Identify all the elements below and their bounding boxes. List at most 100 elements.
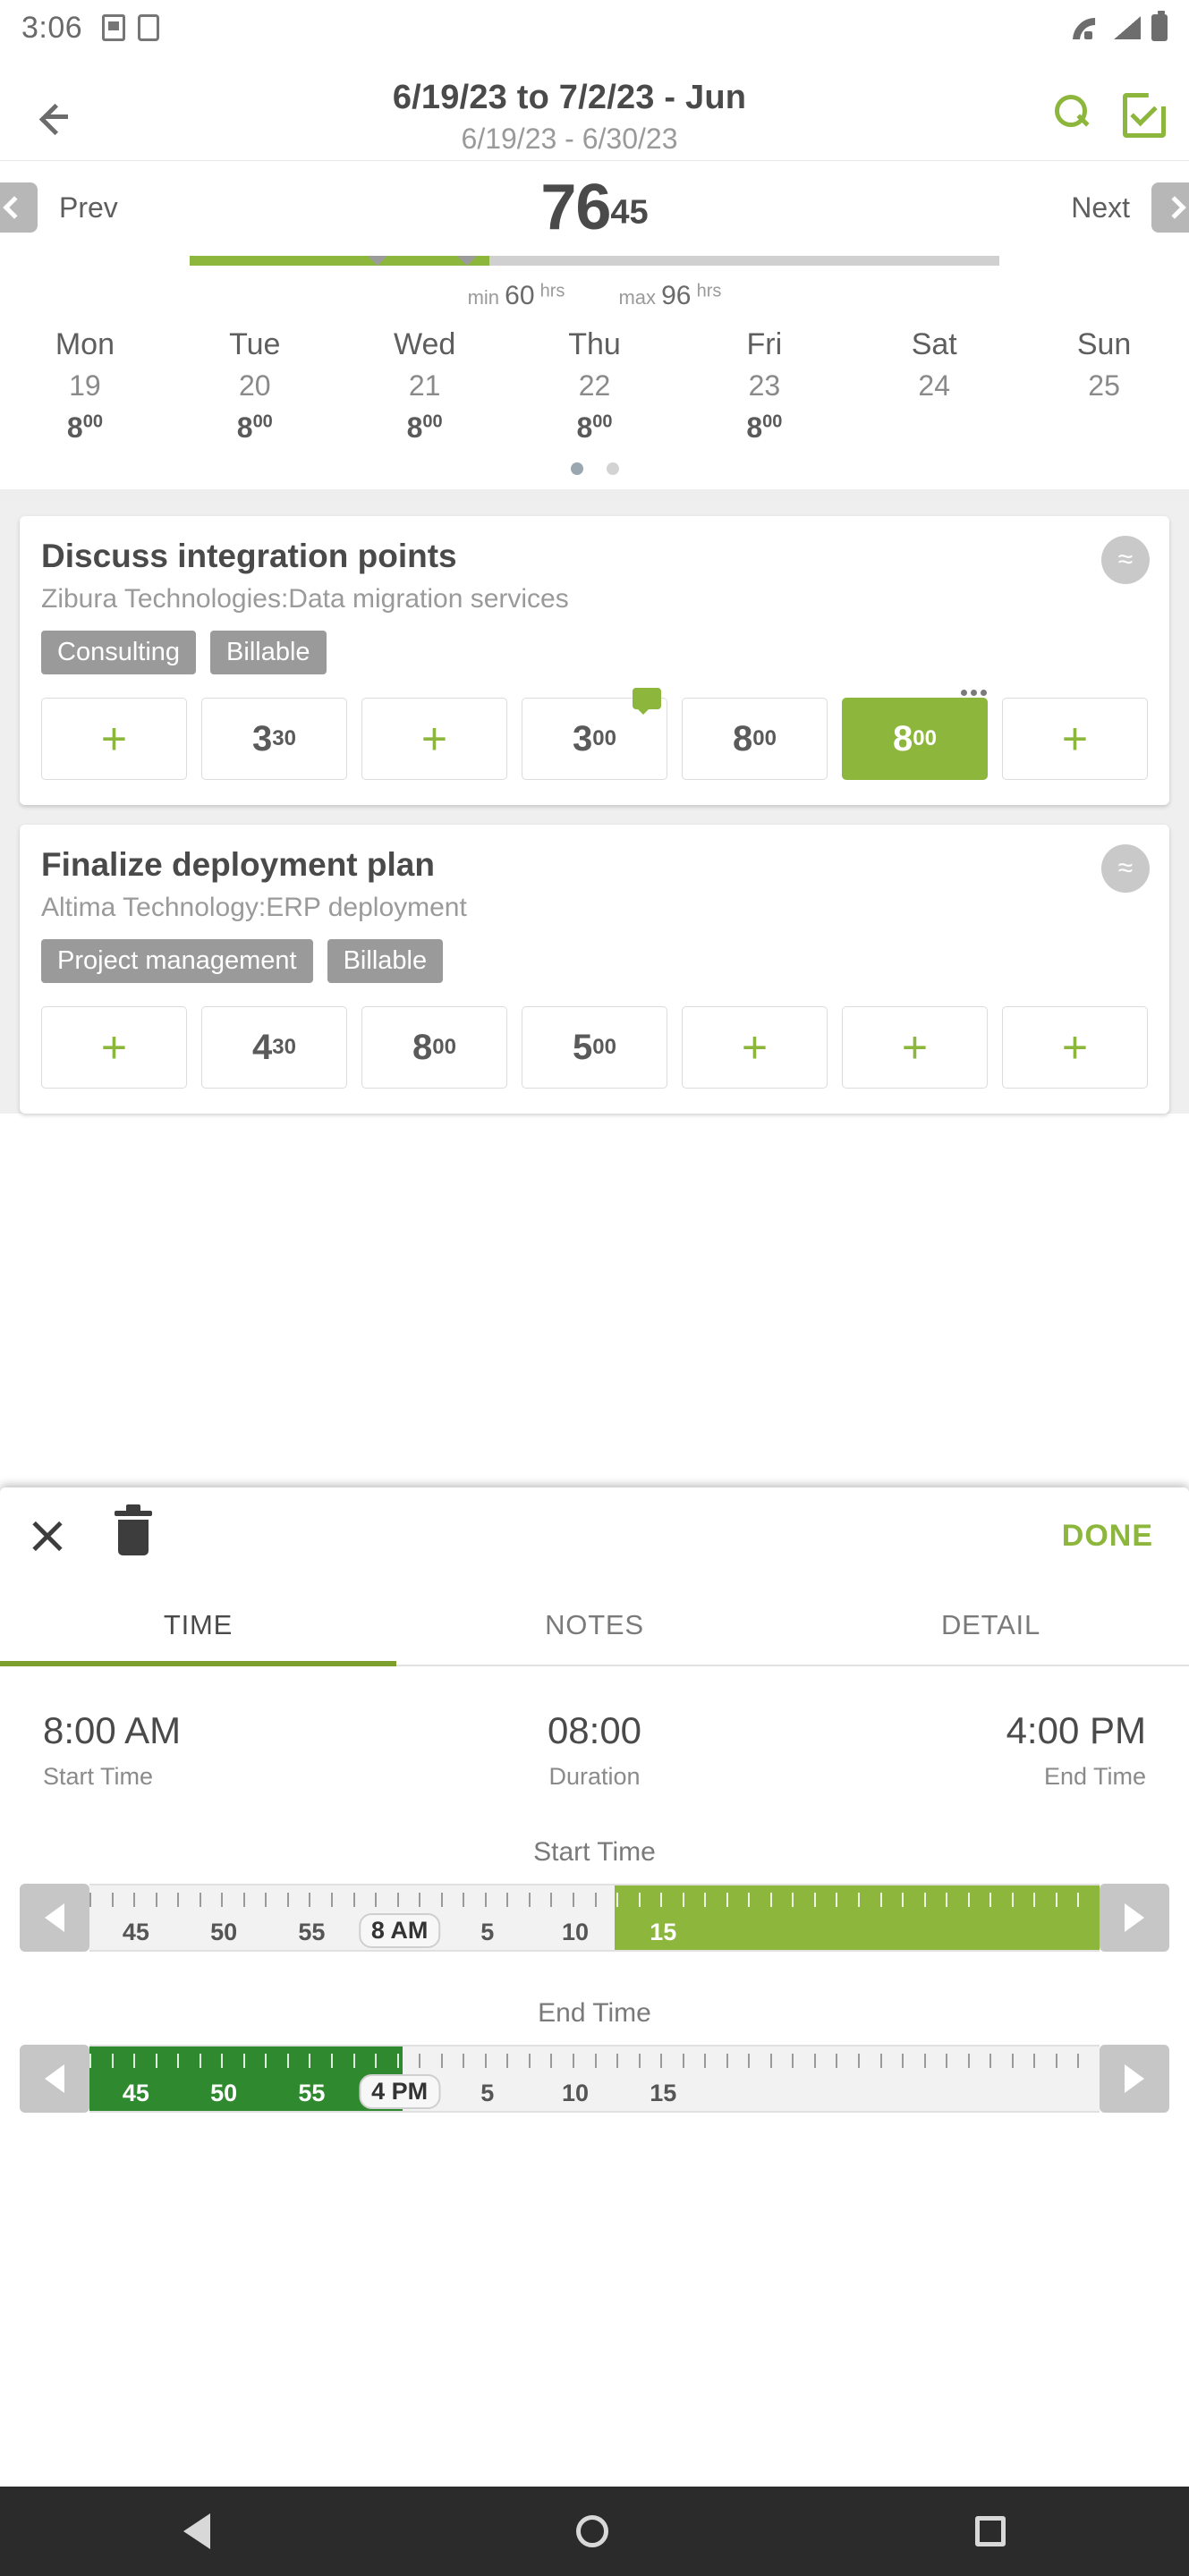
- end-time-block[interactable]: 4:00 PM End Time: [778, 1709, 1146, 1791]
- ruler-tick: [330, 2054, 333, 2068]
- ruler-tick: [858, 2054, 861, 2068]
- page-dot[interactable]: [570, 462, 583, 475]
- status-clock: 3:06: [21, 10, 83, 45]
- week-day-sat[interactable]: Sat24000: [849, 327, 1019, 445]
- add-time-slot[interactable]: +: [41, 1006, 187, 1089]
- add-time-slot[interactable]: +: [1002, 698, 1148, 780]
- ruler-tick: [572, 2054, 574, 2068]
- week-day-mon[interactable]: Mon 19 800: [0, 327, 170, 445]
- next-week-chip[interactable]: [1151, 182, 1189, 233]
- start-slider-right-arrow[interactable]: [1100, 1884, 1169, 1952]
- ruler-tick: [704, 1893, 707, 1907]
- ruler-tick: [375, 1893, 378, 1907]
- ruler-tick: [440, 2054, 443, 2068]
- task-tags: Project management Billable: [41, 939, 1148, 983]
- collapse-toggle-button[interactable]: ≈: [1101, 536, 1150, 584]
- chevron-right-icon: [1163, 196, 1186, 219]
- time-slot[interactable]: 8 00: [842, 690, 988, 780]
- next-week-label[interactable]: Next: [1049, 191, 1151, 225]
- ruler-tick: [375, 2054, 378, 2068]
- week-day-name: Fri: [746, 327, 783, 361]
- prev-week-chip[interactable]: [0, 182, 38, 233]
- ruler-tick: [726, 1893, 728, 1907]
- ruler-tick: [550, 2054, 553, 2068]
- week-day-hours: 800: [406, 411, 443, 444]
- add-time-slot[interactable]: +: [842, 1006, 988, 1089]
- android-recents-icon[interactable]: [975, 2516, 1006, 2546]
- week-min-unit: hrs: [539, 281, 565, 301]
- ruler-tick: [309, 2054, 311, 2068]
- week-min: min 60 hrs: [468, 281, 565, 311]
- week-navigation: Prev 7645 Next: [0, 170, 1189, 245]
- android-home-icon[interactable]: [576, 2515, 609, 2547]
- week-day-hours: 800: [746, 411, 783, 444]
- start-slider-ruler[interactable]: 45 50 55 8 AM 5 10 15: [89, 1884, 1100, 1952]
- time-slot[interactable]: 4 30: [201, 1006, 347, 1089]
- time-slot[interactable]: 3 00: [522, 688, 667, 780]
- tab-detail[interactable]: DETAIL: [793, 1584, 1189, 1665]
- checklist-icon[interactable]: [1123, 93, 1160, 131]
- slider-cursor-label: 4 PM: [359, 2074, 441, 2109]
- start-time-block[interactable]: 8:00 AM Start Time: [43, 1709, 411, 1791]
- header-actions: [1053, 93, 1168, 131]
- ruler-tick: [111, 1893, 114, 1907]
- week-day-date: 21: [408, 369, 441, 402]
- ruler-tick: [967, 1893, 970, 1907]
- start-slider-left-arrow[interactable]: [20, 1884, 89, 1952]
- android-back-icon[interactable]: [183, 2513, 210, 2549]
- progress-marker-max: [456, 256, 477, 266]
- week-day-tue[interactable]: Tue 20 800: [170, 327, 340, 445]
- tab-time[interactable]: TIME: [0, 1584, 396, 1666]
- task-card[interactable]: ≈ Finalize deployment plan Altima Technolo…: [20, 825, 1169, 1114]
- section-divider: [0, 489, 1189, 502]
- ruler-tick: [155, 2054, 157, 2068]
- week-min-value: 60: [505, 281, 535, 310]
- week-day-sun[interactable]: Sun25000: [1019, 327, 1189, 445]
- ruler-tick: [879, 2054, 882, 2068]
- ruler-tick: [638, 1893, 641, 1907]
- task-card[interactable]: ≈ Discuss integration points Zibura Techno…: [20, 516, 1169, 805]
- week-day-fri[interactable]: Fri 23 800: [679, 327, 849, 445]
- duration-block[interactable]: 08:00 Duration: [411, 1709, 778, 1791]
- trash-icon[interactable]: [115, 1504, 152, 1555]
- ruler-tick: [286, 2054, 289, 2068]
- week-day-name: Sat: [911, 327, 957, 361]
- add-time-slot[interactable]: +: [682, 1006, 828, 1089]
- back-button[interactable]: [21, 84, 86, 148]
- week-day-wed[interactable]: Wed 21 800: [340, 327, 510, 445]
- ruler-tick: [1011, 1893, 1014, 1907]
- ruler-tick: [1055, 1893, 1057, 1907]
- ruler-tick: [199, 2054, 201, 2068]
- time-slot[interactable]: 3 30: [201, 698, 347, 780]
- done-button[interactable]: DONE: [1062, 1519, 1162, 1554]
- ruler-tick: [286, 1893, 289, 1907]
- ruler-tick: [221, 1893, 224, 1907]
- end-time-slider[interactable]: 45 50 55 4 PM 5 10 15: [20, 2045, 1169, 2113]
- add-time-slot[interactable]: +: [1002, 1006, 1148, 1089]
- task-title: Finalize deployment plan: [41, 846, 435, 883]
- week-progress-wrap: [0, 245, 1189, 277]
- end-slider-ruler[interactable]: 45 50 55 4 PM 5 10 15: [89, 2045, 1100, 2113]
- close-icon[interactable]: [27, 1515, 68, 1556]
- collapse-toggle-button[interactable]: ≈: [1101, 844, 1150, 893]
- search-icon[interactable]: [1053, 93, 1091, 131]
- ruler-tick: [242, 2054, 245, 2068]
- week-day-name: Tue: [229, 327, 281, 361]
- prev-week-label[interactable]: Prev: [38, 191, 140, 225]
- ruler-tick: [199, 1893, 201, 1907]
- time-slot[interactable]: 8 00: [682, 698, 828, 780]
- page-title: 6/19/23 to 7/2/23 - Jun: [392, 79, 747, 116]
- ruler-tick: [242, 1893, 245, 1907]
- battery-icon: [1151, 11, 1168, 41]
- add-time-slot[interactable]: +: [41, 698, 187, 780]
- time-slot[interactable]: 8 00: [361, 1006, 507, 1089]
- week-day-thu[interactable]: Thu 22 800: [510, 327, 680, 445]
- end-slider-left-arrow[interactable]: [20, 2045, 89, 2113]
- time-slot[interactable]: 5 00: [522, 1006, 667, 1089]
- page-dot[interactable]: [606, 462, 619, 475]
- add-time-slot[interactable]: +: [361, 698, 507, 780]
- end-slider-right-arrow[interactable]: [1100, 2045, 1169, 2113]
- start-time-slider[interactable]: 45 50 55 8 AM 5 10 15: [20, 1884, 1169, 1952]
- ruler-tick: [1077, 1893, 1080, 1907]
- tab-notes[interactable]: NOTES: [396, 1584, 793, 1665]
